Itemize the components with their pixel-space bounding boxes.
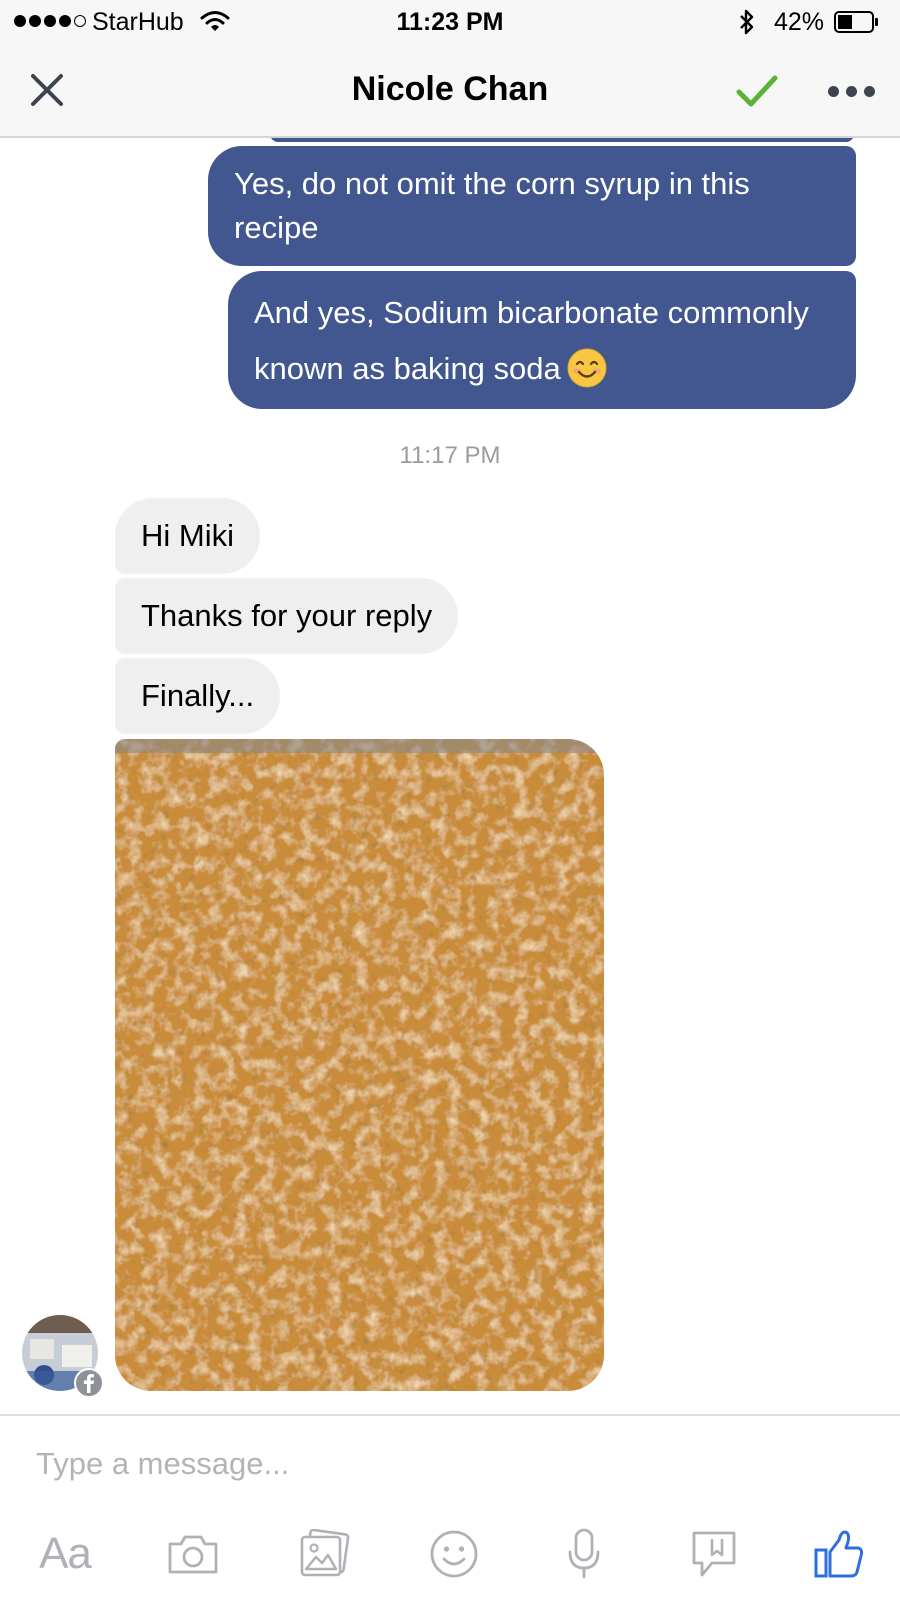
microphone-icon: [568, 1528, 600, 1579]
like-button[interactable]: [804, 1524, 874, 1584]
incoming-message[interactable]: Finally...: [115, 658, 281, 734]
text-style-label: Aa: [39, 1529, 92, 1578]
like-icon: [814, 1530, 864, 1578]
status-bar: StarHub 11:23 PM 42%: [0, 0, 900, 46]
text-style-button[interactable]: Aa: [30, 1524, 100, 1584]
check-icon[interactable]: [736, 74, 778, 108]
location-button[interactable]: [679, 1524, 749, 1584]
bluetooth-icon: [740, 9, 754, 35]
incoming-message[interactable]: Thanks for your reply: [115, 578, 459, 654]
battery-icon: [834, 11, 878, 33]
facebook-icon: [74, 1368, 104, 1398]
message-input[interactable]: [36, 1434, 866, 1494]
battery-percentage: 42%: [774, 8, 825, 36]
message-composer: Aa: [0, 1414, 900, 1600]
caramel-popcorn-photo[interactable]: [115, 739, 604, 1391]
location-icon: [692, 1531, 736, 1577]
clock: 11:23 PM: [396, 8, 504, 36]
incoming-message[interactable]: Hi Miki: [115, 498, 260, 574]
smiling-face-icon: [567, 348, 607, 388]
outgoing-message[interactable]: Yes, do not omit the corn syrup in this …: [208, 146, 856, 266]
emoji-button[interactable]: [419, 1524, 489, 1584]
message-thread[interactable]: Yes, do not omit the corn syrup in this …: [0, 138, 900, 1414]
message-text: Finally...: [141, 678, 255, 713]
message-text: And yes, Sodium bicarbonate commonly kno…: [254, 295, 809, 386]
emoji-icon: [430, 1530, 478, 1578]
message-text: Hi Miki: [141, 518, 234, 553]
outgoing-message[interactable]: And yes, Sodium bicarbonate commonly kno…: [228, 271, 856, 409]
more-icon[interactable]: [828, 86, 875, 97]
voice-message-button[interactable]: [549, 1524, 619, 1584]
composer-toolbar: Aa: [0, 1504, 900, 1600]
message-timestamp: 11:17 PM: [399, 442, 501, 469]
gallery-icon: [300, 1529, 350, 1577]
message-text: Yes, do not omit the corn syrup in this …: [234, 166, 750, 245]
previous-message-bubble: [270, 138, 854, 142]
gallery-button[interactable]: [289, 1524, 359, 1584]
camera-icon: [168, 1535, 218, 1574]
message-text: Thanks for your reply: [141, 598, 433, 633]
camera-button[interactable]: [158, 1524, 228, 1584]
conversation-header: Nicole Chan: [0, 46, 900, 138]
